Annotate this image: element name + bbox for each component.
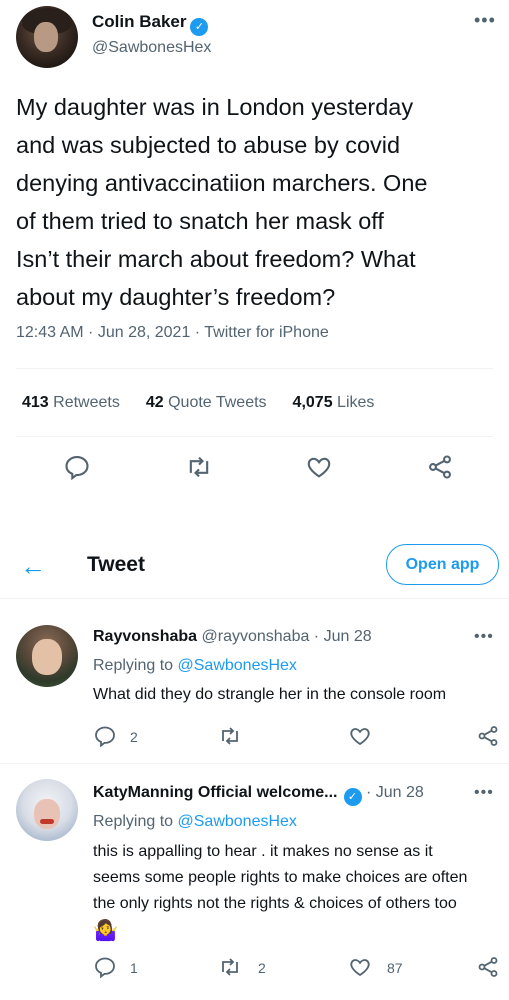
- divider: [0, 763, 509, 764]
- divider: [0, 598, 509, 599]
- avatar-face: [32, 639, 62, 675]
- retweet-icon[interactable]: [218, 955, 242, 979]
- more-options-icon[interactable]: •••: [474, 10, 496, 31]
- retweet-count: 2: [258, 960, 266, 976]
- verified-badge-icon: ✓: [343, 787, 362, 806]
- reply-icon[interactable]: [63, 453, 91, 481]
- replying-to: Replying to @SawbonesHex: [93, 657, 297, 675]
- like-count: 87: [387, 960, 403, 976]
- reply-icon[interactable]: [93, 955, 117, 979]
- like-icon[interactable]: [348, 955, 372, 979]
- avatar-face: [34, 22, 58, 52]
- quote-label: Quote Tweets: [168, 394, 267, 411]
- replying-to: Replying to @SawbonesHex: [93, 813, 297, 831]
- tweet-text-line: Isn’t their march about freedom? What: [16, 246, 416, 272]
- shrug-emoji: 🤷‍♀️: [93, 920, 118, 942]
- reply-author[interactable]: KatyManning Official welcome... ✓ · Jun 2…: [93, 784, 424, 806]
- reply-avatar[interactable]: [16, 625, 78, 687]
- reply-icon[interactable]: [93, 724, 117, 748]
- share-icon[interactable]: [426, 453, 454, 481]
- quote-tweets-stat[interactable]: 42 Quote Tweets: [146, 394, 267, 412]
- tweet-stats: 413 Retweets 42 Quote Tweets 4,075 Likes: [22, 394, 374, 412]
- tweet-timestamp[interactable]: 12:43 AM · Jun 28, 2021 · Twitter for iP…: [16, 324, 329, 342]
- reply-text-line: seems some people rights to make choices…: [93, 869, 468, 886]
- author-handle[interactable]: @SawbonesHex: [92, 39, 211, 57]
- divider: [16, 368, 493, 369]
- retweets-label: Retweets: [53, 394, 120, 411]
- tweet-text-line: and was subjected to abuse by covid: [16, 132, 401, 158]
- author-name-text: Colin Baker: [92, 12, 187, 31]
- tweet-text-line: about my daughter’s freedom?: [16, 284, 336, 310]
- tweet-text-line: My daughter was in London yesterday: [16, 94, 414, 120]
- likes-stat[interactable]: 4,075 Likes: [293, 394, 375, 412]
- retweet-icon[interactable]: [218, 724, 242, 748]
- avatar-mouth: [40, 819, 54, 824]
- retweet-icon[interactable]: [185, 453, 213, 481]
- back-arrow-icon[interactable]: ←: [20, 551, 46, 582]
- more-options-icon[interactable]: •••: [474, 784, 494, 802]
- avatar-face: [34, 799, 60, 829]
- tweet-text: My daughter was in London yesterday and …: [16, 88, 496, 316]
- replying-to-prefix: Replying to: [93, 657, 178, 674]
- more-options-icon[interactable]: •••: [474, 628, 494, 646]
- replying-to-handle[interactable]: @SawbonesHex: [178, 657, 297, 674]
- reply-text-line: the only rights not the rights & choices…: [93, 895, 457, 912]
- reply-author-name: Rayvonshaba: [93, 628, 198, 645]
- retweets-stat[interactable]: 413 Retweets: [22, 394, 120, 412]
- avatar[interactable]: [16, 6, 78, 68]
- reply-count: 2: [130, 729, 138, 745]
- reply-text: What did they do strangle her in the con…: [93, 686, 447, 703]
- reply-count: 1: [130, 960, 138, 976]
- likes-label: Likes: [337, 394, 375, 411]
- divider: [16, 436, 493, 437]
- tweet-text-line: of them tried to snatch her mask off: [16, 208, 384, 234]
- reply-text: this is appalling to hear . it makes no …: [93, 839, 503, 945]
- retweets-count: 413: [22, 394, 49, 411]
- reply-text-line: this is appalling to hear . it makes no …: [93, 843, 433, 860]
- like-icon[interactable]: [305, 453, 333, 481]
- open-app-button[interactable]: Open app: [386, 544, 499, 585]
- reply-handle-date: · Jun 28: [365, 784, 424, 801]
- reply-author-name: KatyManning Official welcome...: [93, 784, 338, 801]
- author-name[interactable]: Colin Baker ✓: [92, 12, 209, 36]
- verified-badge-icon: ✓: [190, 17, 209, 36]
- like-icon[interactable]: [348, 724, 372, 748]
- replying-to-handle[interactable]: @SawbonesHex: [178, 813, 297, 830]
- tweet-text-line: denying antivaccinatiion marchers. One: [16, 170, 428, 196]
- quote-count: 42: [145, 394, 164, 411]
- likes-count: 4,075: [292, 394, 333, 411]
- reply-author[interactable]: Rayvonshaba @rayvonshaba · Jun 28: [93, 628, 372, 646]
- replying-to-prefix: Replying to: [93, 813, 178, 830]
- share-icon[interactable]: [476, 724, 500, 748]
- share-icon[interactable]: [476, 955, 500, 979]
- reply-avatar[interactable]: [16, 779, 78, 841]
- reply-handle-date: @rayvonshaba · Jun 28: [201, 628, 372, 645]
- page-title: Tweet: [87, 553, 145, 576]
